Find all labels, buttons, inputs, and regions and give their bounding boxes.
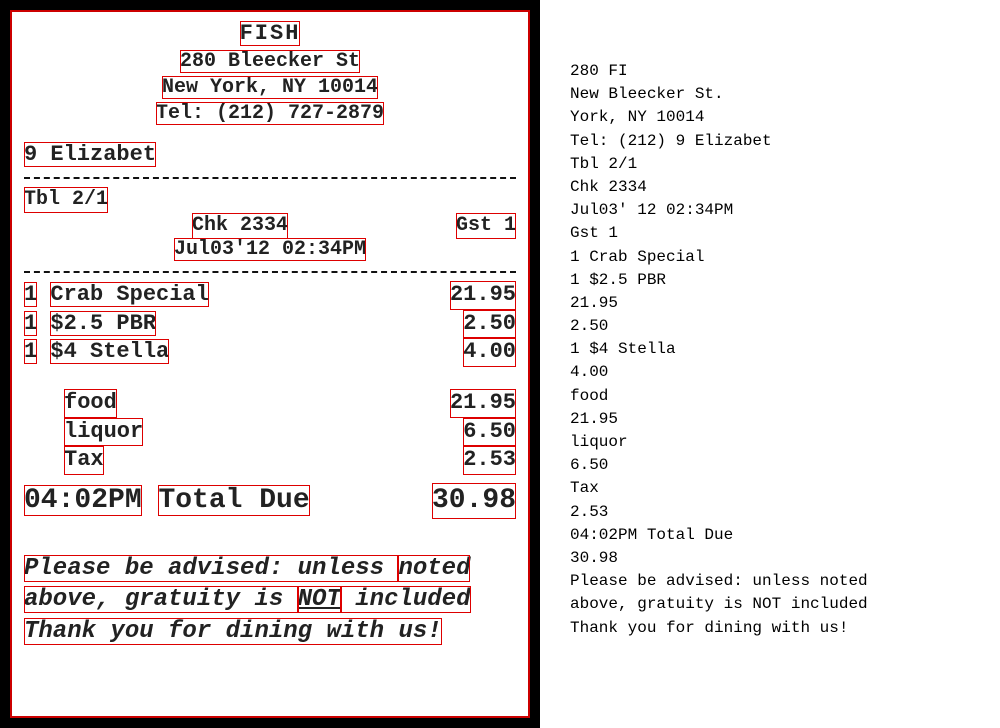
ocr-line: food [570,385,980,408]
check-number: Chk 2334 [192,213,288,239]
ocr-line: 2.53 [570,501,980,524]
ocr-line: 1 Crab Special [570,246,980,269]
ocr-line: York, NY 10014 [570,106,980,129]
receipt-bounding-box: FISH 280 Bleecker St New York, NY 10014 … [10,10,530,718]
total-time: 04:02PM [24,485,142,516]
subtotals: food 21.95 liquor 6.50 Tax 2.53 [24,389,516,475]
total-row: 04:02PM Total Due 30.98 [24,483,516,519]
ocr-line: Please be advised: unless noted [570,570,980,593]
divider [24,271,516,273]
ocr-line: 30.98 [570,547,980,570]
ocr-line: 2.50 [570,315,980,338]
guest-count: Gst 1 [456,213,516,239]
subtotal-row: liquor 6.50 [24,418,516,447]
table-number: Tbl 2/1 [24,187,108,213]
ocr-line: Gst 1 [570,222,980,245]
ocr-line: 280 FI [570,60,980,83]
ocr-line: Thank you for dining with us! [570,617,980,640]
divider [24,177,516,179]
ocr-line: Jul03' 12 02:34PM [570,199,980,222]
ocr-line: 21.95 [570,292,980,315]
ocr-line: Tbl 2/1 [570,153,980,176]
total-amount: 30.98 [432,483,516,519]
item-price: 21.95 [450,281,516,310]
item-price: 2.50 [463,310,516,339]
server-line: 9 Elizabet [24,141,516,170]
total-label: Total Due [158,485,309,516]
ocr-line: 4.00 [570,361,980,384]
line-item: 1 $4 Stella 4.00 [24,338,516,367]
ocr-line: Chk 2334 [570,176,980,199]
ocr-line: New Bleecker St. [570,83,980,106]
ocr-line: Tax [570,477,980,500]
restaurant-name: FISH [24,20,516,49]
receipt-image-panel: FISH 280 Bleecker St New York, NY 10014 … [0,0,540,728]
receipt-content: FISH 280 Bleecker St New York, NY 10014 … [24,20,516,647]
subtotal-row: Tax 2.53 [24,446,516,475]
meta-row-2: Chk 2334 Gst 1 [24,213,516,239]
meta-row-1: Tbl 2/1 [24,187,516,213]
ocr-line: 1 $4 Stella [570,338,980,361]
telephone: Tel: (212) 727-2879 [24,101,516,127]
ocr-line: 21.95 [570,408,980,431]
ocr-line: 6.50 [570,454,980,477]
footer-message: Please be advised: unless noted above, g… [24,553,516,647]
check-datetime: Jul03'12 02:34PM [24,237,516,263]
address-line-1: 280 Bleecker St [24,49,516,75]
ocr-line: 04:02PM Total Due [570,524,980,547]
subtotal-row: food 21.95 [24,389,516,418]
line-items: 1 Crab Special 21.95 1 $2.5 PBR 2.50 1 $… [24,281,516,367]
ocr-line: liquor [570,431,980,454]
item-price: 4.00 [463,338,516,367]
ocr-line: Tel: (212) 9 Elizabet [570,130,980,153]
line-item: 1 $2.5 PBR 2.50 [24,310,516,339]
ocr-line: 1 $2.5 PBR [570,269,980,292]
ocr-line: above, gratuity is NOT included [570,593,980,616]
address-line-2: New York, NY 10014 [24,75,516,101]
ocr-text-panel: 280 FI New Bleecker St. York, NY 10014 T… [540,0,1000,728]
line-item: 1 Crab Special 21.95 [24,281,516,310]
